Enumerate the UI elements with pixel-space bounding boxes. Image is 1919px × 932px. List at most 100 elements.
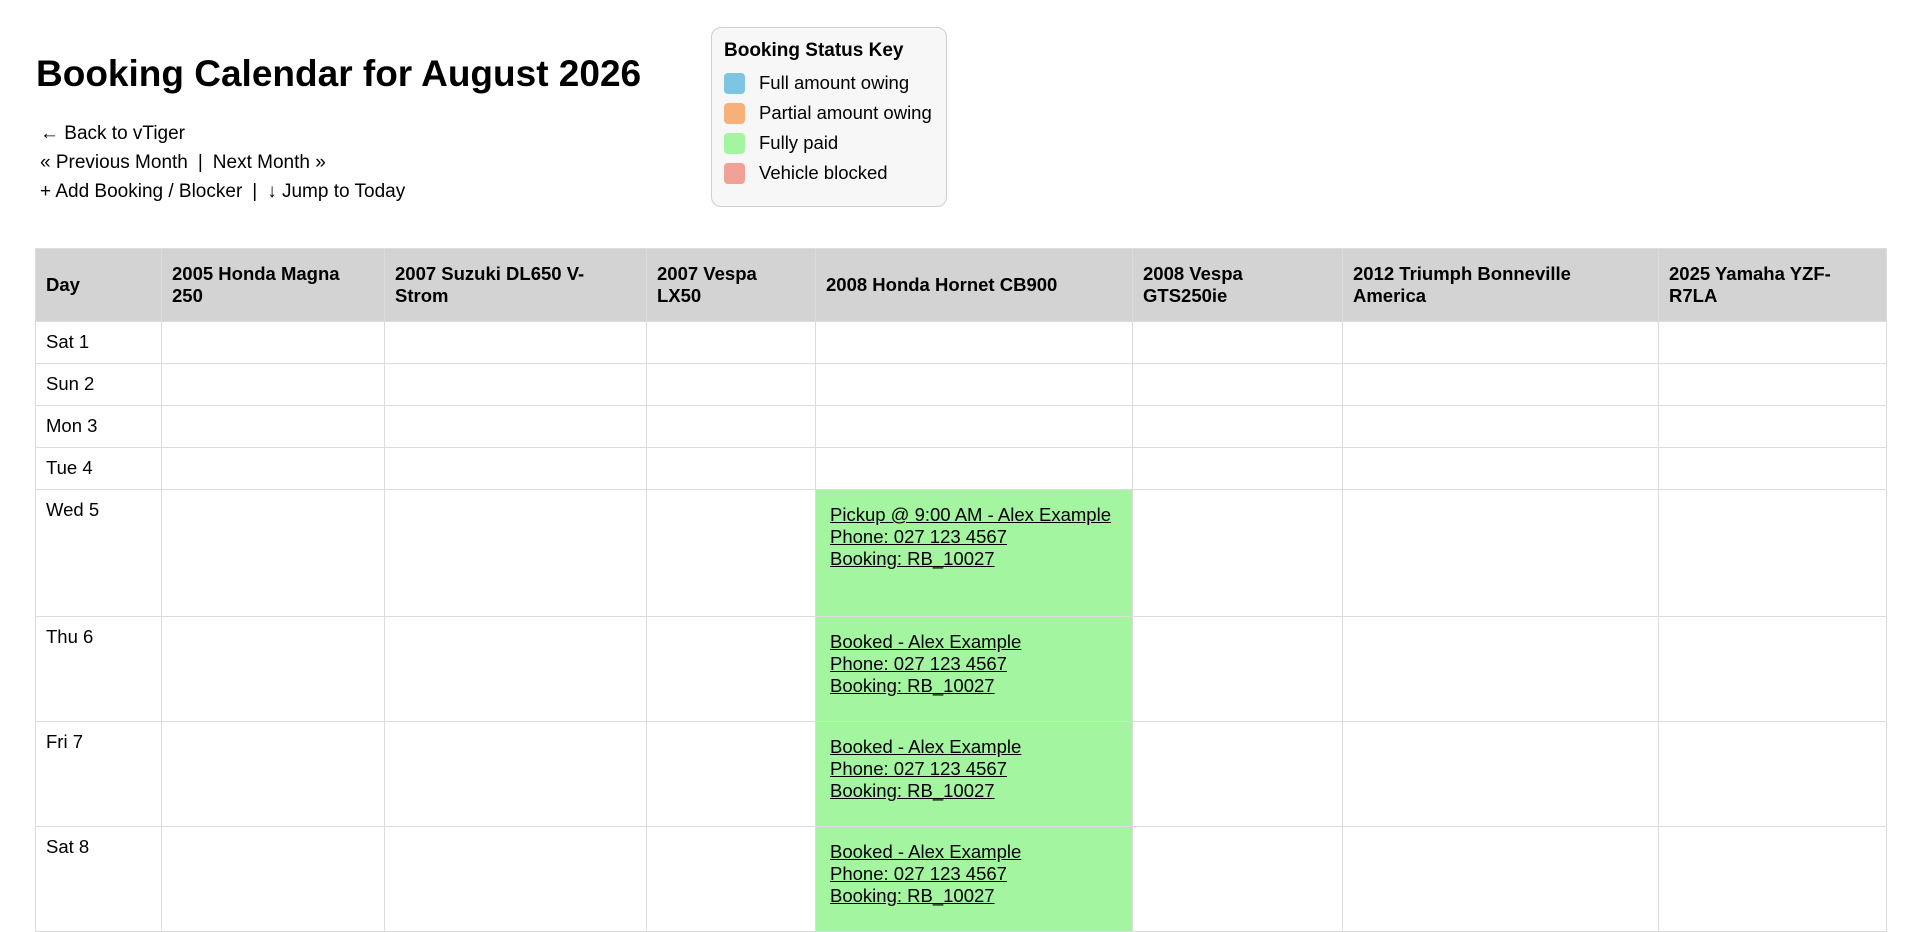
nav-separator: |	[197, 152, 203, 173]
booking-status-link[interactable]: Booked - Alex Example	[830, 841, 1118, 863]
day-cell: Sat 8	[35, 826, 162, 932]
calendar-cell[interactable]	[1342, 721, 1659, 827]
calendar-cell[interactable]	[1342, 489, 1659, 617]
calendar-cell[interactable]	[384, 616, 647, 722]
add-booking-link[interactable]: + Add Booking / Blocker	[40, 181, 242, 202]
day-cell: Sun 2	[35, 363, 162, 406]
table-row: Thu 6 Booked - Alex Example Phone: 027 1…	[35, 616, 1887, 722]
calendar-cell[interactable]	[646, 489, 816, 617]
calendar-cell[interactable]	[815, 363, 1133, 406]
calendar-cell[interactable]	[1342, 826, 1659, 932]
calendar-cell[interactable]	[1342, 405, 1659, 448]
legend-item-vehicle-blocked: Vehicle blocked	[724, 158, 934, 188]
calendar-cell[interactable]	[1658, 826, 1887, 932]
calendar-cell[interactable]	[1132, 405, 1343, 448]
booking-status-link[interactable]: Booked - Alex Example	[830, 736, 1118, 758]
table-row: Sat 8 Booked - Alex Example Phone: 027 1…	[35, 826, 1887, 932]
calendar-cell[interactable]	[384, 447, 647, 490]
calendar-cell[interactable]	[161, 616, 385, 722]
calendar-cell[interactable]	[646, 616, 816, 722]
calendar-cell[interactable]	[1658, 363, 1887, 406]
calendar-cell[interactable]	[815, 405, 1133, 448]
calendar-cell[interactable]	[384, 489, 647, 617]
calendar-cell[interactable]	[815, 447, 1133, 490]
column-header-vehicle: 2008 Honda Hornet CB900	[815, 248, 1133, 322]
calendar-cell[interactable]	[1658, 616, 1887, 722]
calendar-cell[interactable]	[646, 721, 816, 827]
calendar-cell[interactable]	[646, 321, 816, 364]
booking-phone-link[interactable]: Phone: 027 123 4567	[830, 863, 1118, 885]
page-title: Booking Calendar for August 2026	[36, 53, 642, 94]
calendar-cell[interactable]	[646, 405, 816, 448]
booking-cell[interactable]: Booked - Alex Example Phone: 027 123 456…	[815, 616, 1133, 722]
booking-ref-link[interactable]: Booking: RB_10027	[830, 548, 1118, 570]
calendar-cell[interactable]	[1342, 363, 1659, 406]
booking-calendar-page: Booking Calendar for August 2026 ← Back …	[0, 0, 1919, 932]
day-cell: Sat 1	[35, 321, 162, 364]
previous-month-link[interactable]: « Previous Month	[40, 152, 188, 173]
calendar-cell[interactable]	[1342, 447, 1659, 490]
legend-item-full-owing: Full amount owing	[724, 68, 934, 98]
calendar-cell[interactable]	[1132, 447, 1343, 490]
calendar-cell[interactable]	[161, 489, 385, 617]
calendar-cell[interactable]	[1658, 321, 1887, 364]
calendar-cell[interactable]	[384, 405, 647, 448]
table-row: Tue 4	[35, 447, 1887, 490]
calendar-cell[interactable]	[1658, 405, 1887, 448]
calendar-cell[interactable]	[1132, 489, 1343, 617]
back-to-vtiger-link[interactable]: ← Back to vTiger	[40, 123, 185, 144]
column-header-vehicle: 2008 Vespa GTS250ie	[1132, 248, 1343, 322]
jump-to-today-link[interactable]: ↓ Jump to Today	[267, 181, 405, 202]
table-row: Sun 2	[35, 363, 1887, 406]
booking-phone-link[interactable]: Phone: 027 123 4567	[830, 758, 1118, 780]
booking-ref-link[interactable]: Booking: RB_10027	[830, 885, 1118, 907]
calendar-cell[interactable]	[1132, 363, 1343, 406]
booking-ref-link[interactable]: Booking: RB_10027	[830, 780, 1118, 802]
legend-label: Full amount owing	[759, 72, 910, 93]
table-row: Wed 5 Pickup @ 9:00 AM - Alex Example Ph…	[35, 489, 1887, 617]
calendar-cell[interactable]	[1132, 826, 1343, 932]
calendar-cell[interactable]	[1342, 321, 1659, 364]
calendar-cell[interactable]	[384, 321, 647, 364]
calendar-cell[interactable]	[1342, 616, 1659, 722]
table-row: Fri 7 Booked - Alex Example Phone: 027 1…	[35, 721, 1887, 827]
calendar-cell[interactable]	[646, 826, 816, 932]
calendar-cell[interactable]	[1132, 616, 1343, 722]
booking-phone-link[interactable]: Phone: 027 123 4567	[830, 526, 1118, 548]
booking-calendar-table: Day 2005 Honda Magna 250 2007 Suzuki DL6…	[35, 248, 1887, 932]
calendar-cell[interactable]	[1658, 721, 1887, 827]
legend-swatch	[724, 102, 745, 124]
calendar-cell[interactable]	[161, 321, 385, 364]
calendar-cell[interactable]	[646, 363, 816, 406]
calendar-cell[interactable]	[161, 405, 385, 448]
calendar-cell[interactable]	[384, 721, 647, 827]
nav-separator: |	[252, 181, 258, 202]
calendar-cell[interactable]	[646, 447, 816, 490]
legend-item-fully-paid: Fully paid	[724, 128, 934, 158]
booking-cell[interactable]: Pickup @ 9:00 AM - Alex Example Phone: 0…	[815, 489, 1133, 617]
legend-swatch	[724, 72, 745, 94]
calendar-cell[interactable]	[1132, 721, 1343, 827]
booking-cell[interactable]: Booked - Alex Example Phone: 027 123 456…	[815, 721, 1133, 827]
calendar-cell[interactable]	[1658, 489, 1887, 617]
calendar-cell[interactable]	[161, 363, 385, 406]
calendar-cell[interactable]	[1658, 447, 1887, 490]
next-month-link[interactable]: Next Month »	[213, 152, 326, 173]
table-row: Mon 3	[35, 405, 1887, 448]
legend-swatch	[724, 132, 745, 154]
legend-label: Vehicle blocked	[759, 162, 888, 183]
calendar-cell[interactable]	[384, 826, 647, 932]
legend-swatch	[724, 162, 745, 184]
calendar-cell[interactable]	[161, 721, 385, 827]
booking-cell[interactable]: Booked - Alex Example Phone: 027 123 456…	[815, 826, 1133, 932]
booking-ref-link[interactable]: Booking: RB_10027	[830, 675, 1118, 697]
booking-pickup-link[interactable]: Pickup @ 9:00 AM - Alex Example	[830, 504, 1118, 526]
calendar-cell[interactable]	[384, 363, 647, 406]
calendar-cell[interactable]	[161, 826, 385, 932]
calendar-cell[interactable]	[815, 321, 1133, 364]
calendar-cell[interactable]	[1132, 321, 1343, 364]
booking-status-link[interactable]: Booked - Alex Example	[830, 631, 1118, 653]
booking-phone-link[interactable]: Phone: 027 123 4567	[830, 653, 1118, 675]
calendar-cell[interactable]	[161, 447, 385, 490]
legend-label: Fully paid	[759, 132, 839, 153]
